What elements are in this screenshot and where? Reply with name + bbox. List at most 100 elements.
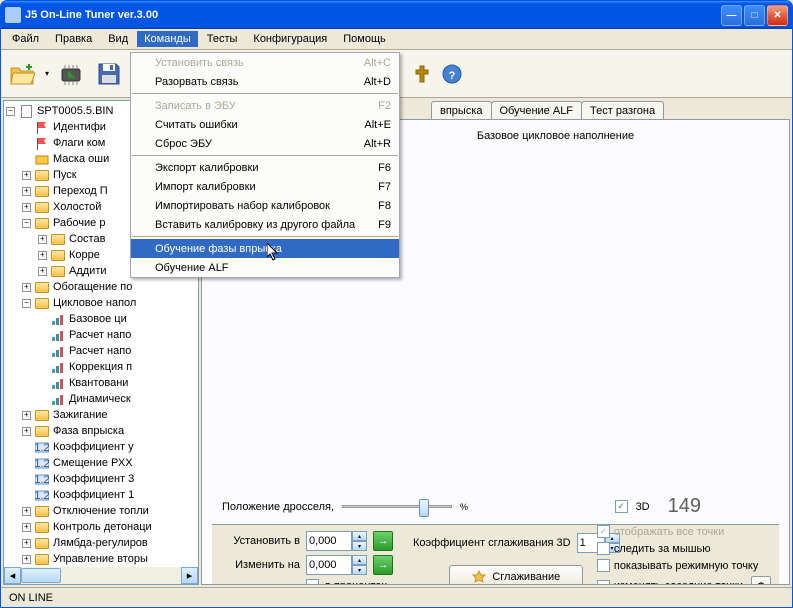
tree-node[interactable]: +Управление вторы [6, 551, 196, 567]
menu-файл[interactable]: Файл [5, 31, 46, 47]
menu-конфигурация[interactable]: Конфигурация [246, 31, 334, 47]
tree-node[interactable]: Базовое ци [6, 311, 196, 327]
dropdown-item[interactable]: Сброс ЭБУAlt+R [131, 134, 399, 153]
tool-button[interactable] [410, 62, 434, 86]
set-spinner[interactable]: ▴▾ [306, 531, 367, 551]
tree-node[interactable]: +Лямбда-регулиров [6, 535, 196, 551]
scroll-right-button[interactable]: ▸ [181, 567, 198, 584]
tree-node[interactable]: +Обогащение по [6, 279, 196, 295]
close-button[interactable]: ✕ [767, 5, 788, 26]
tree-node[interactable]: 1.2Коэффициент 1 [6, 487, 196, 503]
dropdown-item[interactable]: Экспорт калибровкиF6 [131, 158, 399, 177]
set-input[interactable] [306, 531, 352, 551]
menu-правка[interactable]: Правка [48, 31, 99, 47]
tree-node[interactable]: Расчет напо [6, 343, 196, 359]
dropdown-item[interactable]: Импортировать набор калибровокF8 [131, 196, 399, 215]
tree-node[interactable]: +Зажигание [6, 407, 196, 423]
edit-adjacent-label: изменять соседние точки [614, 580, 743, 585]
tab[interactable]: впрыска [431, 101, 492, 120]
tree-node[interactable]: +Фаза впрыска [6, 423, 196, 439]
change-label: Изменить на [220, 559, 300, 571]
tree-expander[interactable]: + [22, 203, 31, 212]
edit-adjacent-checkbox[interactable] [597, 580, 610, 586]
dropdown-item[interactable]: Считать ошибкиAlt+E [131, 115, 399, 134]
tree-expander[interactable]: − [22, 219, 31, 228]
tree-expander[interactable]: + [22, 411, 31, 420]
tree-expander[interactable]: + [22, 539, 31, 548]
tree-node[interactable]: 1.2Коэффициент 3 [6, 471, 196, 487]
dropdown-item[interactable]: Вставить калибровку из другого файлаF9 [131, 215, 399, 234]
tree-expander[interactable]: + [22, 171, 31, 180]
help-button[interactable]: ? [440, 62, 464, 86]
percent-checkbox[interactable] [306, 579, 319, 585]
menu-команды[interactable]: Команды [137, 31, 198, 47]
change-apply-button[interactable]: → [373, 555, 393, 575]
tree-node[interactable]: 1.2Смещение РХХ [6, 455, 196, 471]
throttle-label: Положение дросселя, [222, 501, 334, 513]
tree-expander[interactable]: + [22, 555, 31, 564]
statusbar: ON LINE [1, 587, 792, 607]
write-ecu-button[interactable] [55, 58, 87, 90]
show-mode-point-checkbox[interactable] [597, 559, 610, 572]
threed-label: 3D [636, 501, 650, 513]
value-display: 149 [668, 495, 701, 518]
menu-тесты[interactable]: Тесты [200, 31, 245, 47]
change-input[interactable] [306, 555, 352, 575]
tree-expander[interactable]: + [22, 283, 31, 292]
scroll-thumb[interactable] [21, 568, 61, 583]
open-folder-button[interactable] [7, 58, 39, 90]
smooth-coef-label: Коэффициент сглаживания 3D [413, 537, 571, 549]
commands-dropdown: Установить связьAlt+CРазорвать связьAlt+… [130, 52, 400, 278]
edit-adjacent-settings-button[interactable]: ⚙ [751, 576, 771, 585]
show-all-label: отображать все точки [614, 526, 724, 538]
save-button[interactable] [93, 58, 125, 90]
smooth-button[interactable]: Сглаживание [449, 565, 583, 585]
set-apply-button[interactable]: → [373, 531, 393, 551]
follow-mouse-label: следить за мышью [614, 543, 711, 555]
tab[interactable]: Обучение ALF [491, 101, 583, 120]
change-spinner[interactable]: ▴▾ [306, 555, 367, 575]
tree-expander[interactable]: + [22, 427, 31, 436]
tree-expander[interactable]: + [38, 235, 47, 244]
dropdown-item[interactable]: Импорт калибровкиF7 [131, 177, 399, 196]
dropdown-item[interactable]: Обучение ALF [131, 258, 399, 277]
tree-expander[interactable]: + [38, 251, 47, 260]
tree-expander[interactable]: − [22, 299, 31, 308]
follow-mouse-checkbox[interactable] [597, 542, 610, 555]
tree-node[interactable]: Квантовани [6, 375, 196, 391]
tree-node[interactable]: −Цикловое напол [6, 295, 196, 311]
tree-node[interactable]: Коррекция п [6, 359, 196, 375]
tree-node[interactable]: 1.2Коэффициент у [6, 439, 196, 455]
titlebar: J5 On-Line Tuner ver.3.00 — □ ✕ [1, 1, 792, 29]
throttle-slider[interactable] [342, 497, 452, 517]
tree-expander[interactable]: − [6, 107, 15, 116]
app-icon [5, 7, 21, 23]
window-title: J5 On-Line Tuner ver.3.00 [25, 9, 721, 21]
minimize-button[interactable]: — [721, 5, 742, 26]
tree-node[interactable]: Расчет напо [6, 327, 196, 343]
threed-checkbox[interactable]: ✓ [615, 500, 628, 513]
tree-expander[interactable]: + [22, 507, 31, 516]
tree-expander[interactable]: + [22, 523, 31, 532]
scroll-left-button[interactable]: ◂ [4, 567, 21, 584]
svg-text:1.2: 1.2 [35, 442, 49, 454]
menu-вид[interactable]: Вид [101, 31, 135, 47]
dropdown-item[interactable]: Обучение фазы впрыска [131, 239, 399, 258]
dropdown-item[interactable]: Разорвать связьAlt+D [131, 72, 399, 91]
tree-node[interactable]: Динамическ [6, 391, 196, 407]
tree-node[interactable]: +Контроль детонаци [6, 519, 196, 535]
svg-text:1.2: 1.2 [35, 458, 49, 470]
maximize-button[interactable]: □ [744, 5, 765, 26]
tree-hscroll[interactable]: ◂ ▸ [4, 567, 198, 584]
percent-label: в процентах [325, 580, 387, 586]
menu-помощь[interactable]: Помощь [336, 31, 393, 47]
menubar: ФайлПравкаВидКомандыТестыКонфигурацияПом… [1, 29, 792, 50]
tree-expander[interactable]: + [38, 267, 47, 276]
tree-expander[interactable]: + [22, 187, 31, 196]
svg-text:1.2: 1.2 [35, 490, 49, 502]
tree-node[interactable]: +Отключение топли [6, 503, 196, 519]
tab[interactable]: Тест разгона [581, 101, 664, 120]
dropdown-item: Установить связьAlt+C [131, 53, 399, 72]
svg-text:1.2: 1.2 [35, 474, 49, 486]
svg-text:?: ? [449, 70, 456, 82]
